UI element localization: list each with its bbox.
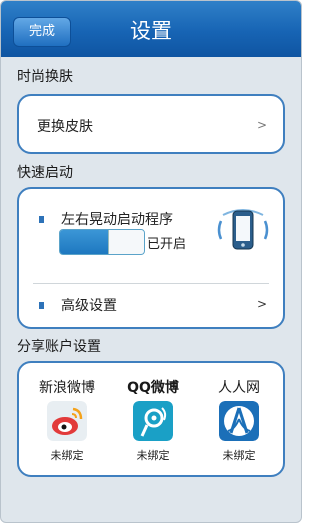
- shake-phone-icon: [217, 209, 269, 250]
- shake-launch-toggle[interactable]: [59, 229, 145, 255]
- share-status: 未绑定: [222, 449, 256, 462]
- share-status: 未绑定: [50, 449, 84, 462]
- qq-weibo-icon: [133, 401, 173, 441]
- nav-bar: 完成 设置: [1, 1, 301, 57]
- change-skin-row[interactable]: 更换皮肤 >: [17, 94, 285, 154]
- chevron-right-icon[interactable]: >: [257, 297, 267, 311]
- share-account-name: 新浪微博: [39, 380, 95, 396]
- renren-icon: [219, 401, 259, 441]
- share-account-name: QQ微博: [127, 380, 179, 396]
- change-skin-label: 更换皮肤: [37, 119, 93, 135]
- share-account-qq[interactable]: QQ微博 未绑定: [113, 377, 193, 463]
- section-title-share: 分享账户设置: [17, 339, 101, 355]
- shake-launch-label: 左右晃动启动程序: [61, 212, 173, 228]
- chevron-right-icon: >: [256, 118, 267, 132]
- share-account-name: 人人网: [218, 380, 260, 396]
- bullet-icon: [39, 216, 44, 223]
- share-accounts-card: 新浪微博 未绑定 QQ微博 未绑定 人人网 未绑定: [17, 361, 285, 477]
- page-title: 设置: [130, 19, 172, 43]
- toggle-on-track: [60, 230, 110, 254]
- share-account-renren[interactable]: 人人网 未绑定: [199, 377, 279, 463]
- sina-weibo-icon: [47, 401, 87, 441]
- toggle-knob: [108, 230, 144, 254]
- share-status: 未绑定: [136, 449, 170, 462]
- quick-start-card: 左右晃动启动程序 已开启 高级设置 >: [17, 187, 285, 329]
- advanced-settings-label[interactable]: 高级设置: [61, 295, 117, 315]
- section-title-quick-start: 快速启动: [17, 165, 73, 181]
- settings-screen: 完成 设置 时尚换肤 更换皮肤 > 快速启动 左右晃动启动程序 已开启 高级设置…: [0, 0, 302, 523]
- share-account-sina[interactable]: 新浪微博 未绑定: [27, 377, 107, 463]
- section-title-skin: 时尚换肤: [17, 69, 73, 85]
- divider: [33, 283, 269, 284]
- shake-status: 已开启: [147, 237, 187, 252]
- bullet-icon: [39, 302, 44, 309]
